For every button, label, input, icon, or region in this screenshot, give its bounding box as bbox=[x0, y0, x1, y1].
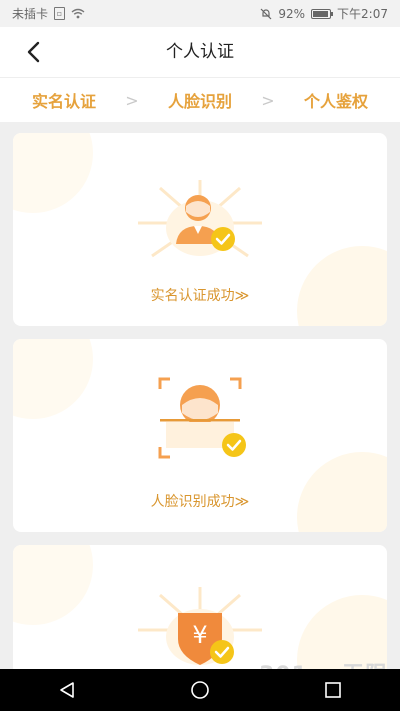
back-triangle-icon bbox=[59, 682, 74, 698]
step-real-name: 实名认证 bbox=[32, 92, 97, 111]
clock: 下午2:07 bbox=[337, 7, 388, 21]
face-scan-icon bbox=[158, 377, 246, 459]
yuan-shield-icon: ¥ bbox=[138, 587, 262, 665]
real-name-success-link[interactable]: 实名认证成功≫ bbox=[13, 285, 387, 305]
steps-bar: 实名认证 > 人脸识别 > 个人鉴权 bbox=[0, 78, 400, 122]
battery-icon bbox=[311, 8, 334, 19]
status-bar: 未插卡 ▫ 92% 下午2:07 bbox=[0, 0, 400, 27]
user-verified-icon bbox=[138, 180, 262, 258]
android-navigation-bar bbox=[0, 669, 400, 711]
card-decoration bbox=[13, 545, 93, 625]
status-left: 未插卡 ▫ bbox=[12, 5, 85, 22]
face-recognition-card[interactable]: 人脸识别成功≫ bbox=[13, 339, 387, 532]
step-arrow-icon: > bbox=[125, 90, 139, 110]
step-authorization: 个人鉴权 bbox=[303, 92, 368, 111]
face-recognition-success-link[interactable]: 人脸识别成功≫ bbox=[13, 491, 387, 511]
wifi-icon bbox=[71, 8, 85, 19]
step-arrow-icon: > bbox=[261, 90, 275, 110]
step-face-recognition: 人脸识别 bbox=[167, 92, 232, 111]
header: 个人认证 bbox=[0, 27, 400, 78]
carrier-text: 未插卡 bbox=[12, 7, 49, 21]
status-right: 92% 下午2:07 bbox=[260, 5, 388, 22]
home-circle-icon bbox=[191, 681, 209, 699]
card-decoration bbox=[13, 133, 93, 213]
recents-square-icon bbox=[325, 682, 342, 698]
authorization-card[interactable]: ¥ bbox=[13, 545, 387, 675]
system-back-button[interactable] bbox=[47, 675, 87, 705]
system-home-button[interactable] bbox=[180, 675, 220, 705]
page-title: 个人认证 bbox=[166, 42, 234, 62]
system-recents-button[interactable] bbox=[313, 675, 353, 705]
battery-fill bbox=[313, 10, 328, 17]
card-decoration bbox=[13, 339, 93, 419]
real-name-card[interactable]: 实名认证成功≫ bbox=[13, 133, 387, 326]
battery-percent: 92% bbox=[278, 6, 306, 21]
yuan-symbol: ¥ bbox=[192, 621, 207, 649]
mute-bell-icon bbox=[260, 8, 272, 19]
sim-icon: ▫ bbox=[54, 7, 66, 20]
